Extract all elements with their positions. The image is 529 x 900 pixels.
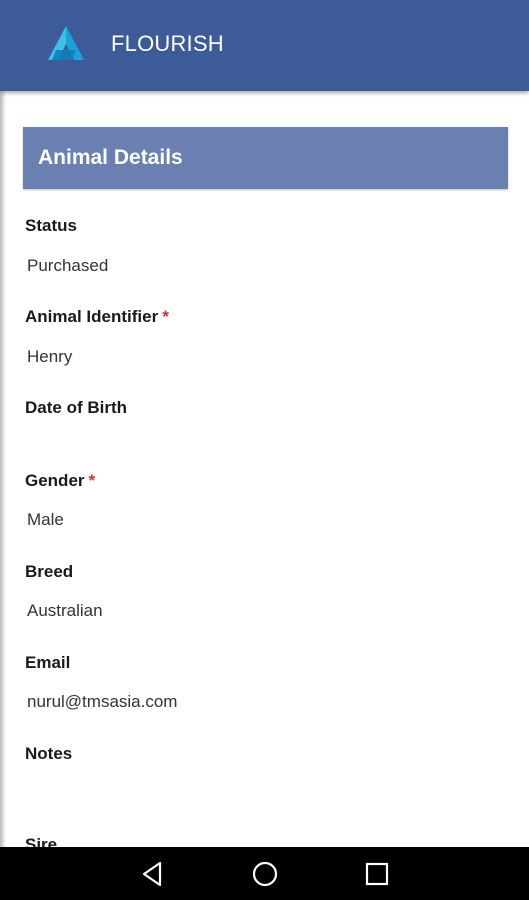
required-marker: * xyxy=(162,307,169,326)
date-of-birth-label: Date of Birth xyxy=(25,398,127,418)
section-title: Animal Details xyxy=(38,146,183,169)
section-header: Animal Details xyxy=(23,127,508,189)
app-bar: FLOURISH xyxy=(0,0,529,91)
notes-label: Notes xyxy=(25,744,72,764)
breed-label-text: Breed xyxy=(25,562,74,581)
date-of-birth-label-text: Date of Birth xyxy=(25,398,127,417)
email-label-text: Email xyxy=(25,653,71,672)
breed-label: Breed xyxy=(25,562,73,582)
gender-value[interactable]: Male xyxy=(27,510,64,530)
gender-label-text: Gender xyxy=(25,471,85,490)
email-value[interactable]: nurul@tmsasia.com xyxy=(27,692,177,712)
sire-label: Sire xyxy=(25,835,57,847)
breed-value[interactable]: Australian xyxy=(27,601,103,621)
back-icon[interactable] xyxy=(138,859,168,889)
flourish-logo-icon xyxy=(48,26,84,60)
app-title: FLOURISH xyxy=(111,31,224,56)
required-marker: * xyxy=(88,471,96,490)
recents-icon[interactable] xyxy=(362,859,392,889)
animal-identifier-label: Animal Identifier * xyxy=(25,307,169,327)
date-of-birth-value[interactable] xyxy=(27,438,327,460)
home-icon[interactable] xyxy=(250,859,280,889)
email-label: Email xyxy=(25,653,70,673)
sire-label-text: Sire xyxy=(25,835,58,847)
status-label-text: Status xyxy=(25,216,77,235)
content-area[interactable]: Animal Details Status Purchased Animal I… xyxy=(0,91,529,847)
animal-identifier-label-text: Animal Identifier xyxy=(25,307,159,326)
status-label: Status xyxy=(25,216,77,236)
system-navigation-bar xyxy=(0,847,529,900)
drawer-edge-shadow xyxy=(0,91,6,847)
gender-label: Gender * xyxy=(25,471,95,491)
notes-value[interactable] xyxy=(27,783,327,805)
status-value[interactable]: Purchased xyxy=(27,256,108,276)
notes-label-text: Notes xyxy=(25,744,73,763)
animal-identifier-value[interactable]: Henry xyxy=(27,347,72,367)
